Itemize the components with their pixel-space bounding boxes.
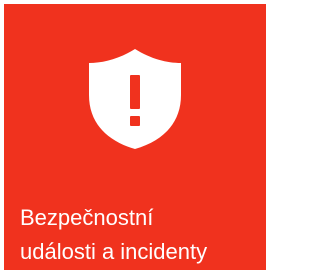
tile-label-line-2: události a incidenty xyxy=(20,239,208,264)
tile-label-line-1: Bezpečnostní xyxy=(20,205,154,230)
security-events-tile[interactable]: Bezpečnostní události a incidenty xyxy=(4,4,266,270)
shield-exclamation-icon xyxy=(89,49,181,149)
tile-label: Bezpečnostní události a incidenty xyxy=(20,201,260,269)
